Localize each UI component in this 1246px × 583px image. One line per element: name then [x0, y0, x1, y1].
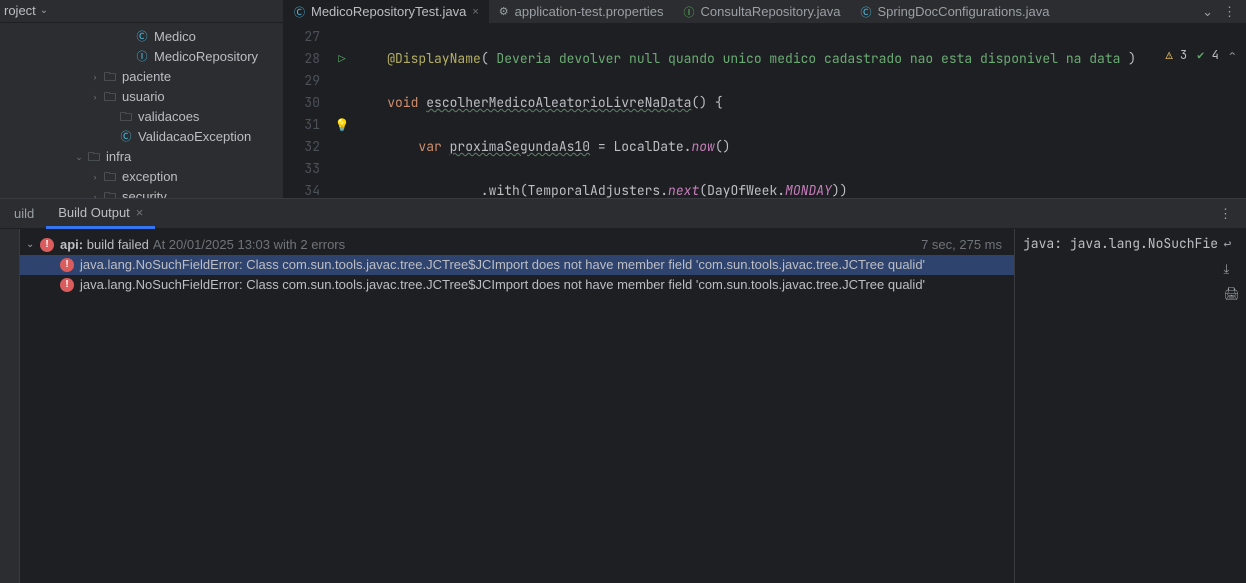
tree-arrow-icon: › [88, 187, 102, 198]
line-number: 32 [284, 136, 320, 158]
tree-node-icon: 🗀 [118, 107, 134, 127]
close-icon[interactable]: × [472, 6, 478, 18]
file-type-icon: Ⓒ [294, 4, 305, 20]
line-number: 28 [284, 48, 320, 70]
error-icon: ! [60, 258, 74, 272]
editor-tabs: Ⓒ MedicoRepositoryTest.java × ⚙ application-… [284, 0, 1246, 24]
tree-item[interactable]: ›🗀paciente [0, 67, 283, 87]
tree-node-label: ValidacaoException [138, 127, 251, 147]
error-icon: ! [60, 278, 74, 292]
scroll-to-end-icon[interactable]: ⤓ [1223, 260, 1240, 277]
build-error-row[interactable]: ! java.lang.NoSuchFieldError: Class com.… [20, 275, 1014, 295]
tree-item[interactable]: ⒾMedicoRepository [0, 47, 283, 67]
intention-bulb-icon[interactable]: 💡 [335, 114, 350, 136]
tree-item[interactable]: ›🗀exception [0, 167, 283, 187]
editor-tab[interactable]: Ⓒ SpringDocConfigurations.java [850, 0, 1059, 24]
chevron-down-icon[interactable]: ⌄ [26, 235, 40, 255]
tree-node-icon: 🗀 [102, 87, 118, 107]
line-number: 34 [284, 180, 320, 198]
tree-arrow-icon: › [88, 167, 102, 187]
tree-node-label: Medico [154, 27, 196, 47]
tab-options-icon[interactable]: ⋮ [1223, 4, 1236, 20]
tree-node-icon: 🗀 [86, 147, 102, 167]
file-type-icon: Ⓒ [860, 4, 871, 20]
tab-label: MedicoRepositoryTest.java [311, 4, 466, 19]
line-number-gutter: 2728293031323334 [284, 24, 328, 198]
more-tabs-icon[interactable]: ⌄ [1202, 4, 1213, 20]
build-duration: 7 sec, 275 ms [921, 235, 1002, 255]
build-tool-window: uild Build Output × ⋮ ⌄ ! api: build fai… [0, 198, 1246, 583]
error-icon: ! [40, 238, 54, 252]
tree-item[interactable]: ⒸValidacaoException [0, 127, 283, 147]
tab-label: ConsultaRepository.java [701, 4, 841, 19]
soft-wrap-icon[interactable]: ↩ [1223, 235, 1240, 252]
tool-window-gutter [0, 229, 20, 583]
checkmark-icon: ✔ [1197, 47, 1204, 63]
print-icon[interactable]: 🖨 [1223, 285, 1240, 302]
tree-node-label: infra [106, 147, 131, 167]
tree-node-label: security [122, 187, 167, 198]
tree-item[interactable]: 🗀validacoes [0, 107, 283, 127]
line-number: 31 [284, 114, 320, 136]
expand-icon[interactable]: ⌃ [1229, 44, 1236, 66]
tree-item[interactable]: ›🗀usuario [0, 87, 283, 107]
tree-node-icon: 🗀 [102, 67, 118, 87]
error-message: java.lang.NoSuchFieldError: Class com.su… [80, 255, 925, 275]
tab-label: SpringDocConfigurations.java [877, 4, 1049, 19]
editor-tab[interactable]: Ⓘ ConsultaRepository.java [674, 0, 851, 24]
project-label: roject [4, 3, 36, 18]
run-gutter-icon[interactable]: ▷ [338, 48, 345, 70]
tab-build-output[interactable]: Build Output × [46, 199, 155, 229]
tree-node-label: validacoes [138, 107, 199, 127]
tree-item[interactable]: ⌄🗀infra [0, 147, 283, 167]
build-meta: At 20/01/2025 13:03 with 2 errors [153, 235, 345, 255]
build-detail-panel: java: java.lang.NoSuchFie ↩ ⤓ 🖨 [1014, 229, 1246, 583]
tree-node-icon: 🗀 [102, 187, 118, 198]
tree-item[interactable]: ⒸMedico [0, 27, 283, 47]
close-icon[interactable]: × [136, 205, 144, 220]
tab-build[interactable]: uild [2, 199, 46, 229]
code-content[interactable]: @DisplayName( Deveria devolver null quan… [356, 24, 1246, 198]
editor-area: Ⓒ MedicoRepositoryTest.java × ⚙ application-… [284, 0, 1246, 198]
inspection-indicators[interactable]: ⚠ 3 ✔ 4 ⌃ [1166, 44, 1236, 66]
project-tree: ⒸMedicoⒾMedicoRepository›🗀paciente›🗀usua… [0, 23, 283, 198]
gutter-icons: ▷ 💡 [328, 24, 356, 198]
editor-tab[interactable]: ⚙ application-test.properties [489, 0, 674, 24]
tree-node-label: paciente [122, 67, 171, 87]
tree-node-label: MedicoRepository [154, 47, 258, 67]
editor-tab[interactable]: Ⓒ MedicoRepositoryTest.java × [284, 0, 489, 24]
build-output-tree: ⌄ ! api: build failed At 20/01/2025 13:0… [20, 229, 1014, 583]
error-message: java.lang.NoSuchFieldError: Class com.su… [80, 275, 925, 295]
tree-arrow-icon: › [88, 67, 102, 87]
tool-window-options-icon[interactable]: ⋮ [1219, 206, 1246, 222]
build-root-row[interactable]: ⌄ ! api: build failed At 20/01/2025 13:0… [20, 235, 1014, 255]
build-detail-text: java: java.lang.NoSuchFie [1023, 235, 1218, 252]
line-number: 33 [284, 158, 320, 180]
code-editor[interactable]: 2728293031323334 ▷ 💡 @DisplayName( Dever… [284, 24, 1246, 198]
project-tool-window: roject ⌄ ⒸMedicoⒾMedicoRepository›🗀pacie… [0, 0, 284, 198]
tab-label: application-test.properties [515, 4, 664, 19]
line-number: 30 [284, 92, 320, 114]
tree-arrow-icon: ⌄ [72, 147, 86, 167]
build-module-name: api: [60, 237, 83, 252]
tree-node-icon: 🗀 [102, 167, 118, 187]
build-status: build failed [87, 237, 149, 252]
tree-arrow-icon: › [88, 87, 102, 107]
file-type-icon: Ⓘ [684, 4, 695, 20]
tree-node-label: usuario [122, 87, 165, 107]
chevron-down-icon: ⌄ [40, 5, 48, 16]
project-dropdown[interactable]: roject ⌄ [0, 0, 283, 23]
warning-icon: ⚠ [1166, 47, 1173, 63]
tree-node-icon: Ⓒ [134, 27, 150, 47]
tree-node-label: exception [122, 167, 178, 187]
tool-window-tabs: uild Build Output × ⋮ [0, 199, 1246, 229]
tree-node-icon: Ⓘ [134, 47, 150, 67]
tree-item[interactable]: ›🗀 security [0, 187, 283, 198]
line-number: 27 [284, 26, 320, 48]
file-type-icon: ⚙ [499, 5, 509, 18]
line-number: 29 [284, 70, 320, 92]
build-error-row[interactable]: ! java.lang.NoSuchFieldError: Class com.… [20, 255, 1014, 275]
tree-node-icon: Ⓒ [118, 127, 134, 147]
